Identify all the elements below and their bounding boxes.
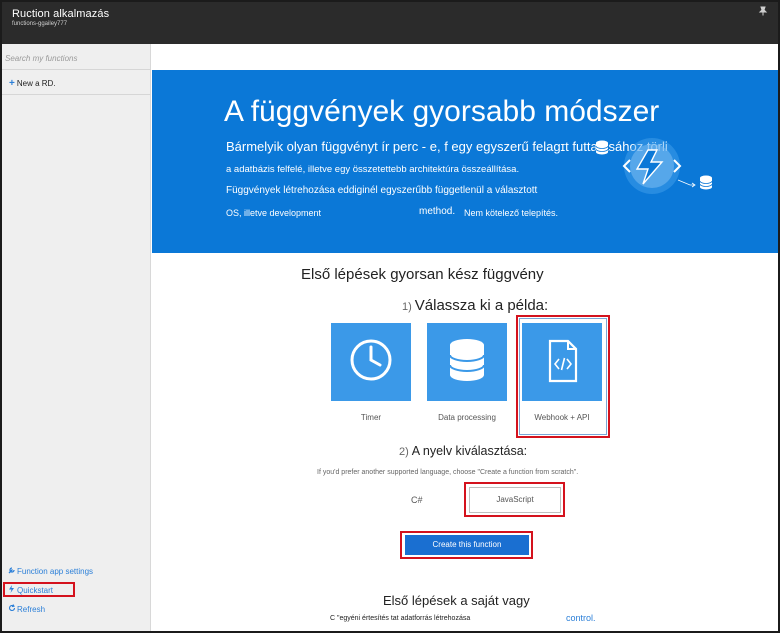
hero-banner: A függvények gyorsabb módszer Bármelyik … xyxy=(152,70,778,253)
wrench-icon xyxy=(8,566,17,576)
own-heading: Első lépések a saját vagy xyxy=(383,593,530,608)
new-function-label: New a RD. xyxy=(16,79,56,88)
new-function-button[interactable]: + New a RD. xyxy=(2,71,151,95)
app-title: Ruction alkalmazás xyxy=(12,8,110,20)
step-2-label: A nyelv kiválasztása: xyxy=(411,444,528,458)
function-app-settings-label: Function app settings xyxy=(17,567,94,576)
quickstart-heading: Első lépések gyorsan kész függvény xyxy=(301,266,544,283)
main-content: A függvények gyorsabb módszer Bármelyik … xyxy=(152,44,778,631)
database-small-icon-2 xyxy=(699,175,713,190)
language-option-javascript[interactable]: JavaScript xyxy=(469,487,561,513)
create-function-button[interactable]: Create this function xyxy=(405,535,529,555)
timer-tile-label: Timer xyxy=(360,413,382,422)
own-description: C "egyéni értesítés tat adatforrás létre… xyxy=(330,615,471,622)
hero-line-4-method: method. xyxy=(419,206,456,217)
title-bar: Ruction alkalmazás functions-ggailey777 xyxy=(2,2,778,44)
data-processing-tile-label: Data processing xyxy=(438,413,496,422)
webhook-api-tile-label: Webhook + API xyxy=(534,413,590,422)
pin-icon[interactable] xyxy=(758,6,768,16)
refresh-label: Refresh xyxy=(17,605,46,614)
refresh-icon xyxy=(8,604,17,614)
step-2-number: 2) xyxy=(399,446,409,458)
hero-line-4-start: OS, illetve development xyxy=(226,208,322,218)
hero-line-4-end: Nem kötelező telepítés. xyxy=(464,208,559,218)
webhook-api-tile[interactable]: Webhook + API xyxy=(522,323,602,433)
database-small-icon xyxy=(595,140,609,155)
sidebar: +New a RD. Function app settings Quickst… xyxy=(2,44,151,631)
source-control-link[interactable]: control. xyxy=(566,613,596,623)
language-option-csharp[interactable]: C# xyxy=(411,495,423,505)
plus-icon: + xyxy=(9,78,15,89)
language-hint: If you'd prefer another supported langua… xyxy=(317,469,579,476)
refresh-link[interactable]: Refresh xyxy=(8,604,45,614)
quickstart-highlight xyxy=(3,582,75,597)
step-2-heading: 2) A nyelv kiválasztása: xyxy=(399,444,527,458)
clock-icon xyxy=(350,339,392,381)
step-1-label: Válassza ki a példa: xyxy=(414,297,549,314)
timer-tile[interactable]: Timer xyxy=(331,323,411,433)
step-1-number: 1) xyxy=(402,301,412,313)
step-1-heading: 1) Válassza ki a példa: xyxy=(402,297,548,314)
search-input[interactable] xyxy=(5,54,145,63)
database-icon xyxy=(449,339,485,381)
app-subtitle: functions-ggailey777 xyxy=(12,21,68,27)
app-frame: Ruction alkalmazás functions-ggailey777 … xyxy=(0,0,780,633)
hero-line-3: Függvények létrehozása eddiginél egyszer… xyxy=(226,185,538,196)
webhook-api-tile-background xyxy=(522,323,602,401)
hero-line-2: a adatbázis felfelé, illetve egy összete… xyxy=(226,164,520,175)
hero-title: A függvények gyorsabb módszer xyxy=(224,95,660,128)
data-processing-tile-background xyxy=(427,323,507,401)
search-box xyxy=(2,44,151,70)
data-processing-tile[interactable]: Data processing xyxy=(427,323,507,433)
scrollbar[interactable] xyxy=(772,44,778,631)
timer-tile-background xyxy=(331,323,411,401)
function-app-settings-link[interactable]: Function app settings xyxy=(8,566,93,576)
functions-illustration xyxy=(590,138,720,198)
code-file-icon xyxy=(548,339,578,383)
